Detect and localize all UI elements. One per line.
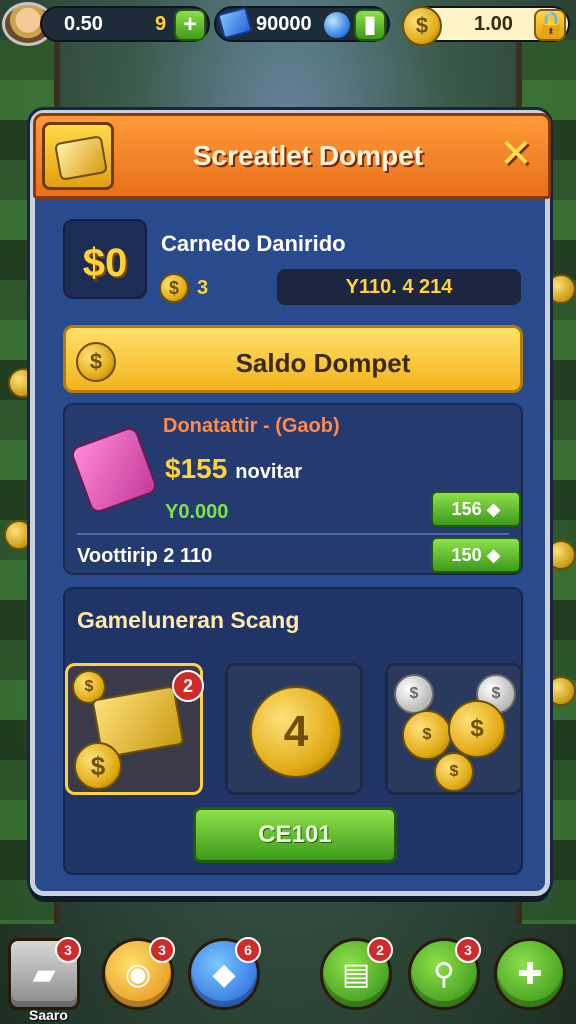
price-suffix: novitar xyxy=(235,461,302,483)
donation-panel: Donatattir - (Gaob) $155 novitar Y0.000 1… xyxy=(63,403,523,575)
wallet-icon xyxy=(69,425,159,515)
coin-icon: $ xyxy=(159,273,189,303)
coin-icon: $ xyxy=(434,752,474,792)
price-value: $155 xyxy=(165,453,228,484)
decor-coin-icon xyxy=(546,676,576,706)
shop-item-coin-pile[interactable]: $ $ $ $ $ xyxy=(385,663,523,795)
shop-title: Gameluneran Scang xyxy=(77,607,300,633)
bottom-nav-bar: ▰ 3 Saaro ◉ 3 ◆ 6 ▤ 2 ⚲ 3 ✚ xyxy=(0,930,576,1024)
nav-badge: 3 xyxy=(55,937,81,963)
add-coins-button[interactable]: 🔒 xyxy=(534,9,566,41)
close-button[interactable]: ✕ xyxy=(496,134,536,174)
silver-coin-icon: $ xyxy=(394,674,434,714)
bottom-nav-shop-button[interactable]: ▤ 2 xyxy=(320,937,393,1010)
add-currency-1-button[interactable]: + xyxy=(174,9,206,41)
saldo-dompet-button[interactable]: $ Saldo Dompet xyxy=(63,325,523,393)
item-badge: 2 xyxy=(172,670,204,702)
bottom-nav-puzzle-button[interactable]: ✚ xyxy=(494,938,566,1010)
nav-badge: 2 xyxy=(367,937,393,963)
modal-body: $0 Carnedo Danirido $ 3 Y110. 4 214 $ Sa… xyxy=(51,203,529,883)
limit-buy-button[interactable]: 150 ◆ xyxy=(431,537,521,573)
collect-button[interactable]: CE101 xyxy=(193,807,397,863)
divider xyxy=(77,533,509,535)
coin-pill: $ 1.00 🔒 xyxy=(402,6,570,46)
modal-title: Screatlet Dompet xyxy=(192,140,424,171)
coin-icon: $ xyxy=(402,6,442,46)
nav-badge: 3 xyxy=(149,937,175,963)
coin-icon: $ xyxy=(74,742,122,790)
stat-value-1: 0.50 xyxy=(64,12,103,35)
nav-badge: 6 xyxy=(235,937,261,963)
orb-icon xyxy=(324,12,350,38)
gem-count: 90000 xyxy=(256,12,312,35)
limit-label: Voottirip 2 110 xyxy=(77,545,213,567)
coin-icon: $ xyxy=(448,700,506,758)
decor-coin-icon xyxy=(546,540,576,570)
balance-icon-text: $0 xyxy=(82,241,128,285)
modal-header: Screatlet Dompet ✕ xyxy=(33,113,551,199)
wallet-header-icon xyxy=(42,122,114,190)
donation-buy-button[interactable]: 156 ◆ xyxy=(431,491,521,527)
bottom-nav-gold-bars-button[interactable]: ▰ 3 Saaro xyxy=(8,937,81,1023)
player-name: Carnedo Danirido xyxy=(161,231,346,256)
bottom-nav-gift-button[interactable]: ◆ 6 xyxy=(188,937,261,1010)
saldo-label: Saldo Dompet xyxy=(235,348,411,378)
shop-item-coin[interactable]: 4 xyxy=(225,663,363,795)
gem-pill: 90000 ▮ xyxy=(214,6,390,42)
gem-icon xyxy=(217,6,253,40)
nav-label: Saaro xyxy=(29,1007,68,1023)
currency-pill-1: 0.50 9 + xyxy=(40,6,210,42)
donation-title: Donatattir - (Gaob) xyxy=(163,415,340,437)
coin-icon: $ xyxy=(402,710,452,760)
shop-panel: Gameluneran Scang $ $ 2 4 $ $ $ $ $ CE10… xyxy=(63,587,523,875)
coin-balance: 1.00 xyxy=(474,12,513,35)
decor-coin-icon xyxy=(546,274,576,304)
big-coin-icon: 4 xyxy=(250,686,342,778)
top-resource-bar: 0.50 9 + 90000 ▮ $ 1.00 🔒 xyxy=(0,0,576,48)
wallet-modal: Screatlet Dompet ✕ $0 Carnedo Danirido $… xyxy=(30,110,551,896)
bottom-nav-tools-button[interactable]: ⚲ 3 xyxy=(408,937,481,1010)
shop-item-gold-bars[interactable]: $ $ 2 xyxy=(65,663,204,795)
add-gems-button[interactable]: ▮ xyxy=(354,9,386,41)
coin-count: 3 xyxy=(197,277,209,299)
balance-coin-icon: $0 xyxy=(63,219,147,299)
donation-sub-amount: Y0.000 xyxy=(165,501,229,523)
stat-value-1b: 9 xyxy=(154,12,167,35)
balance-value: Y110. 4 214 xyxy=(277,269,521,305)
donation-price: $155 novitar xyxy=(165,453,302,485)
bottom-nav-potion-button[interactable]: ◉ 3 xyxy=(102,937,175,1010)
coin-icon: $ xyxy=(76,342,116,382)
puzzle-icon: ✚ xyxy=(517,958,543,991)
nav-badge: 3 xyxy=(455,937,481,963)
